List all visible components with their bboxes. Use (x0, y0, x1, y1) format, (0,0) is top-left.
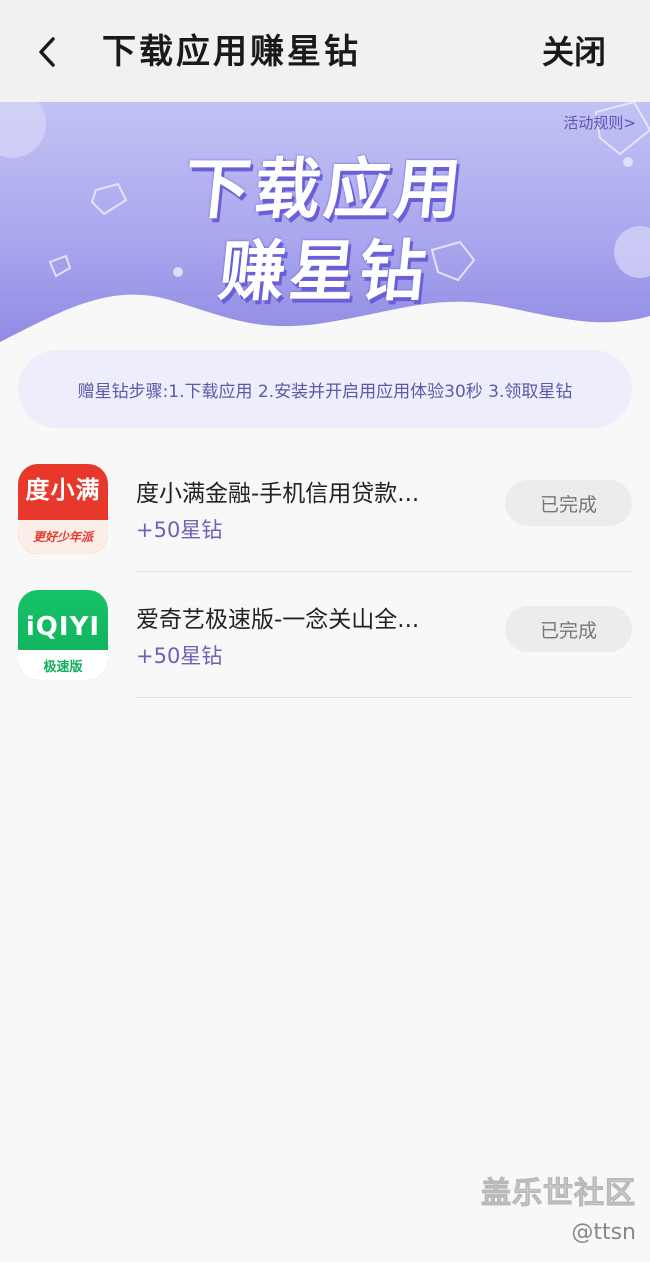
watermark-title: 盖乐世社区 (481, 1176, 636, 1212)
app-icon-label: iQIYI (25, 612, 101, 642)
app-icon-sublabel: 极速版 (43, 660, 83, 675)
close-button[interactable]: 关闭 (542, 28, 606, 76)
duxiaoman-app-icon: 度小满 更好少年派 (18, 464, 108, 554)
app-list-item[interactable]: 度小满 更好少年派 度小满金融-手机信用贷款... +50星钻 已完成 (0, 464, 650, 590)
app-reward: +50星钻 (136, 644, 223, 668)
divider (136, 571, 632, 572)
back-button[interactable] (30, 30, 64, 74)
steps-text: 赠星钻步骤:1.下载应用 2.安装并开启用应用体验30秒 3.领取星钻 (77, 381, 573, 402)
iqiyi-app-icon: iQIYI 极速版 (18, 590, 108, 680)
chevron-left-icon (39, 37, 55, 67)
app-list-item[interactable]: iQIYI 极速版 爱奇艺极速版-一念关山全... +50星钻 已完成 (0, 590, 650, 716)
completed-button[interactable]: 已完成 (505, 606, 632, 652)
page-title: 下载应用赚星钻 (102, 32, 361, 72)
app-icon-label: 度小满 (25, 476, 101, 504)
promo-banner: 活动规则> 下载应用 赚星钻 (0, 102, 650, 352)
app-name: 度小满金融-手机信用贷款... (136, 481, 420, 507)
watermark-handle: @ttsn (571, 1220, 636, 1245)
completed-button[interactable]: 已完成 (505, 480, 632, 526)
app-icon-sublabel: 更好少年派 (32, 530, 93, 544)
steps-instruction: 赠星钻步骤:1.下载应用 2.安装并开启用应用体验30秒 3.领取星钻 (18, 350, 632, 428)
banner-wave (0, 294, 650, 352)
activity-rules-link[interactable]: 活动规则> (563, 112, 636, 133)
watermark: 盖乐世社区 @ttsn (481, 1168, 637, 1246)
top-bar: 下载应用赚星钻 关闭 (0, 0, 650, 102)
app-name: 爱奇艺极速版-一念关山全... (136, 607, 420, 633)
divider (136, 697, 632, 698)
app-reward: +50星钻 (136, 518, 223, 542)
